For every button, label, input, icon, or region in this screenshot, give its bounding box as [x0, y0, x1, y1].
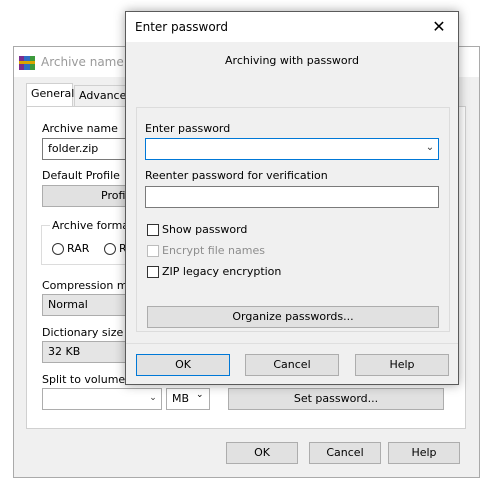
archive-name-label: Archive name [42, 122, 118, 135]
format-rar4-radio[interactable] [104, 243, 116, 255]
split-unit-chevron-icon: ⌄ [196, 390, 204, 400]
winrar-app-icon [19, 56, 35, 70]
password-cancel-button[interactable]: Cancel [245, 354, 339, 376]
password-dialog-caption: Archiving with password [225, 54, 359, 67]
password-options-group: Enter password ⌄ Reenter password for ve… [136, 107, 450, 332]
zip-legacy-encryption-label: ZIP legacy encryption [162, 265, 282, 278]
split-volumes-input[interactable] [42, 388, 162, 410]
format-rar-label: RAR [67, 242, 90, 255]
archive-help-button[interactable]: Help [388, 442, 460, 464]
enter-password-input[interactable] [145, 138, 439, 160]
organize-passwords-button[interactable]: Organize passwords... [147, 306, 439, 328]
dictionary-size-label: Dictionary size [42, 326, 124, 339]
format-rar-radio[interactable] [52, 243, 64, 255]
default-profile-label: Default Profile [42, 169, 120, 182]
encrypt-file-names-label: Encrypt file names [162, 244, 265, 257]
enter-password-dialog: Enter password ✕ Archiving with password… [125, 11, 459, 385]
set-password-button[interactable]: Set password... [228, 388, 444, 410]
archive-format-label: Archive format [50, 219, 136, 232]
split-unit-value: MB [172, 392, 190, 405]
zip-legacy-encryption-checkbox[interactable] [147, 266, 159, 278]
tab-general-label: General [31, 87, 75, 100]
password-help-button[interactable]: Help [355, 354, 449, 376]
reenter-password-input[interactable] [145, 186, 439, 208]
password-ok-button[interactable]: OK [136, 354, 230, 376]
split-volumes-chevron-icon[interactable]: ⌄ [147, 393, 159, 405]
show-password-label: Show password [162, 223, 248, 236]
split-unit-select[interactable]: MB ⌄ [166, 388, 210, 410]
close-icon[interactable]: ✕ [426, 17, 452, 37]
tab-general[interactable]: General [26, 83, 75, 107]
archive-cancel-button[interactable]: Cancel [309, 442, 381, 464]
encrypt-file-names-checkbox[interactable] [147, 245, 159, 257]
password-dialog-separator [126, 343, 458, 344]
password-dialog-titlebar[interactable]: Enter password ✕ [126, 12, 458, 42]
reenter-password-label: Reenter password for verification [145, 169, 328, 182]
password-dialog-title: Enter password [135, 20, 228, 34]
show-password-checkbox[interactable] [147, 224, 159, 236]
enter-password-label: Enter password [145, 122, 231, 135]
archive-ok-button[interactable]: OK [226, 442, 298, 464]
password-history-chevron-icon[interactable]: ⌄ [424, 142, 436, 154]
